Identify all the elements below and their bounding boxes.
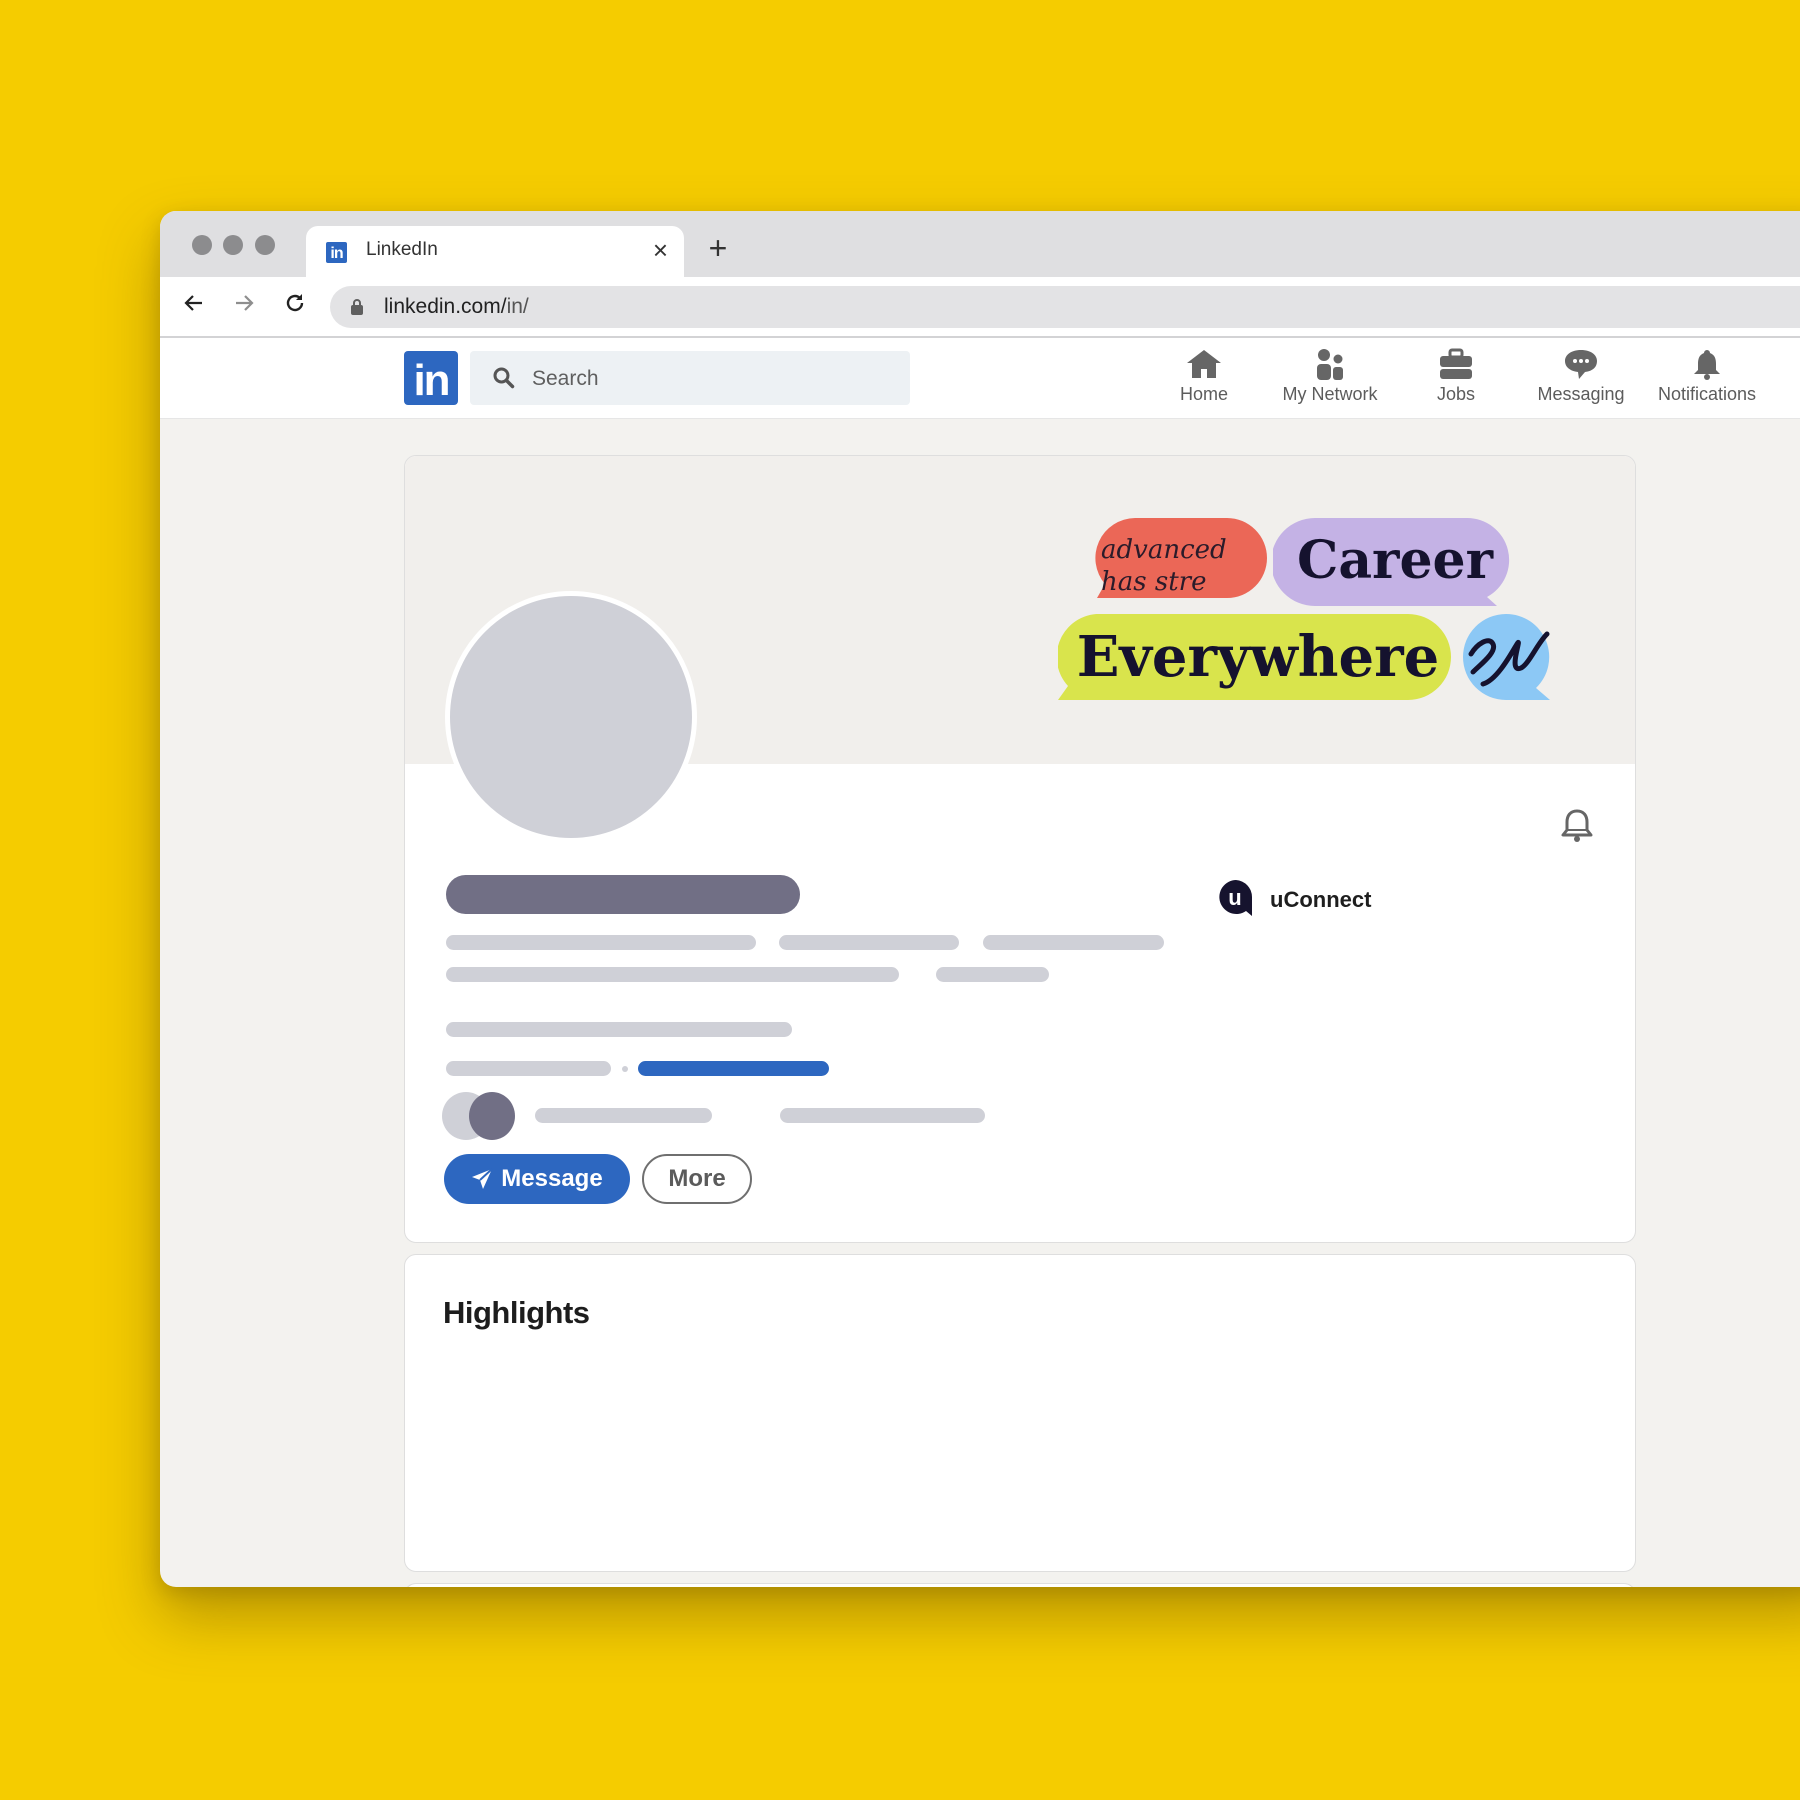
banner-career-text: Career <box>1297 530 1494 591</box>
send-icon <box>472 1168 493 1189</box>
followers-placeholder <box>446 1022 792 1037</box>
arrow-right-icon <box>236 295 254 311</box>
handwriting-line: advanced <box>1101 535 1227 565</box>
uconnect-logo-letter: u <box>1228 885 1241 910</box>
contact-link-placeholder[interactable] <box>638 1061 829 1076</box>
briefcase-icon <box>1440 348 1472 379</box>
nav-item-home[interactable]: Home <box>1142 348 1266 412</box>
reload-icon <box>286 294 304 312</box>
search-icon <box>493 367 515 389</box>
profile-card: advanced has stre Career Everywhere u uC… <box>404 455 1636 1243</box>
banner-bubble-career: Career <box>1273 518 1510 606</box>
nav-label: Home <box>1179 384 1228 404</box>
message-button-label: Message <box>501 1165 603 1192</box>
window-zoom-light[interactable] <box>255 235 275 255</box>
location-placeholder <box>446 967 899 982</box>
handwriting-line: has stre <box>1101 567 1206 597</box>
message-button[interactable]: Message <box>444 1154 630 1204</box>
reload-button[interactable] <box>278 289 312 323</box>
window-minimize-light[interactable] <box>223 235 243 255</box>
lock-icon <box>351 299 363 315</box>
separator-dot <box>622 1066 628 1072</box>
nav-item-messaging[interactable]: Messaging <box>1519 348 1643 412</box>
banner-bubble-handwriting: advanced has stre <box>1095 518 1267 598</box>
organization-name: uConnect <box>1270 887 1372 912</box>
window-close-light[interactable] <box>192 235 212 255</box>
nav-label: My Network <box>1282 384 1378 404</box>
more-button[interactable]: More <box>642 1154 752 1204</box>
headline-placeholder <box>779 935 959 950</box>
tab-title: LinkedIn <box>366 239 438 260</box>
new-tab-button[interactable]: + <box>698 229 738 269</box>
nav-label: Messaging <box>1537 384 1625 404</box>
connections-placeholder <box>446 1061 611 1076</box>
headline-placeholder <box>446 935 756 950</box>
home-icon <box>1187 350 1221 378</box>
nav-item-notifications[interactable]: Notifications <box>1645 348 1769 412</box>
url-host: linkedin.com/ <box>384 295 507 318</box>
linkedin-logo[interactable]: in <box>404 351 458 405</box>
address-row: linkedin.com/in/ <box>160 277 1800 338</box>
back-button[interactable] <box>177 289 211 323</box>
tab-linkedin[interactable]: in LinkedIn × <box>306 226 684 277</box>
forward-button[interactable] <box>227 289 261 323</box>
chat-icon <box>1565 350 1597 379</box>
highlights-title: Highlights <box>443 1295 590 1330</box>
tab-close-icon[interactable]: × <box>653 235 668 265</box>
linkedin-favicon-icon: in <box>326 242 347 263</box>
contact-info-placeholder <box>936 967 1049 982</box>
profile-name-placeholder <box>446 875 800 914</box>
profile-avatar[interactable] <box>445 591 697 843</box>
address-bar[interactable]: linkedin.com/in/ <box>330 286 1800 328</box>
banner-bubble-everywhere: Everywhere <box>1058 614 1451 700</box>
headline-placeholder <box>983 935 1164 950</box>
bell-icon <box>1694 350 1720 380</box>
tab-bar: in LinkedIn × + <box>160 211 1800 277</box>
nav-label: Notifications <box>1657 384 1757 404</box>
search-box[interactable] <box>470 351 910 407</box>
nav-item-my-network[interactable]: My Network <box>1268 348 1392 412</box>
search-input[interactable] <box>530 351 894 407</box>
network-icon <box>1317 349 1343 380</box>
banner-bubble-scribble <box>1463 614 1550 700</box>
highlights-card: Highlights <box>404 1254 1636 1572</box>
browser-window: in LinkedIn × + linkedin.com/in/ in Ho <box>160 211 1800 1587</box>
nav-label: Jobs <box>1436 384 1476 404</box>
next-card <box>404 1583 1636 1587</box>
url-path: in/ <box>506 295 529 318</box>
nav-item-jobs[interactable]: Jobs <box>1394 348 1518 412</box>
url-text[interactable]: linkedin.com/in/ <box>384 295 529 319</box>
banner-everywhere-text: Everywhere <box>1077 624 1440 690</box>
uconnect-logo-icon: u <box>1219 880 1252 916</box>
linkedin-nav: in Home My Network Jobs Messaging Notifi… <box>160 338 1800 419</box>
mutual-avatar <box>469 1092 515 1140</box>
mutual-connections-placeholder <box>535 1108 712 1123</box>
arrow-left-icon <box>184 295 202 311</box>
mutual-connections-placeholder <box>780 1108 985 1123</box>
notification-bell-icon[interactable] <box>1557 806 1597 846</box>
